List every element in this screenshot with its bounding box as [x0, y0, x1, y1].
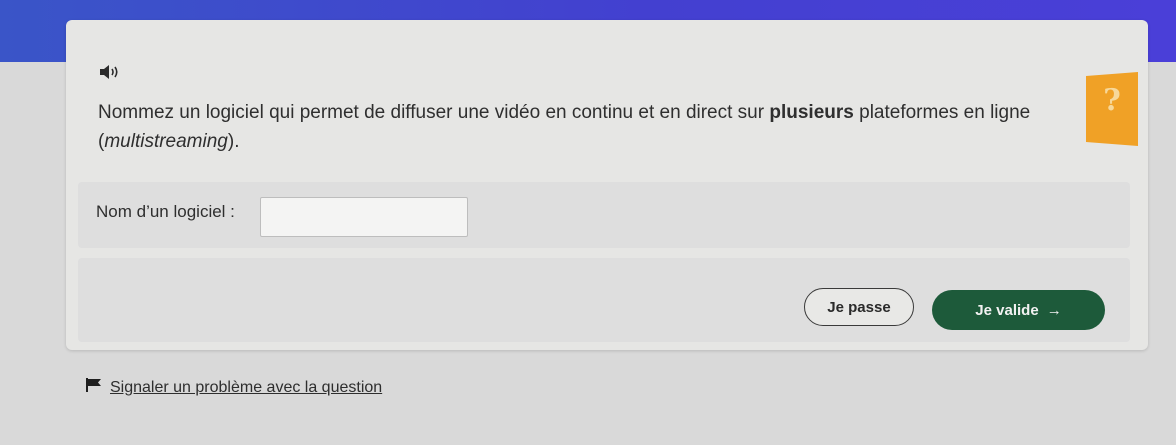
validate-button[interactable]: Je valide →: [932, 290, 1105, 330]
speaker-icon[interactable]: [98, 62, 122, 82]
answer-label: Nom d’un logiciel :: [96, 202, 235, 221]
skip-button-label: Je passe: [827, 298, 891, 316]
question-term: multistreaming: [104, 131, 228, 152]
skip-button[interactable]: Je passe: [804, 288, 914, 326]
question-text: Nommez un logiciel qui permet de diffuse…: [98, 98, 1063, 156]
arrow-right-icon: →: [1046, 301, 1062, 319]
question-part2: plateformes en ligne: [853, 102, 1031, 123]
report-problem-link[interactable]: Signaler un problème avec la question: [86, 378, 382, 397]
question-emphasis: plusieurs: [769, 102, 854, 123]
question-part1: Nommez un logiciel qui permet de diffuse…: [98, 102, 770, 123]
validate-button-label: Je valide: [975, 301, 1039, 319]
answer-input[interactable]: [260, 197, 468, 237]
help-symbol: ?: [1103, 83, 1121, 118]
help-icon[interactable]: ?: [1086, 72, 1138, 146]
question-paren-close: ).: [227, 131, 240, 152]
answer-panel: [78, 182, 1130, 248]
flag-icon: [86, 378, 102, 397]
report-problem-label: Signaler un problème avec la question: [110, 378, 383, 396]
